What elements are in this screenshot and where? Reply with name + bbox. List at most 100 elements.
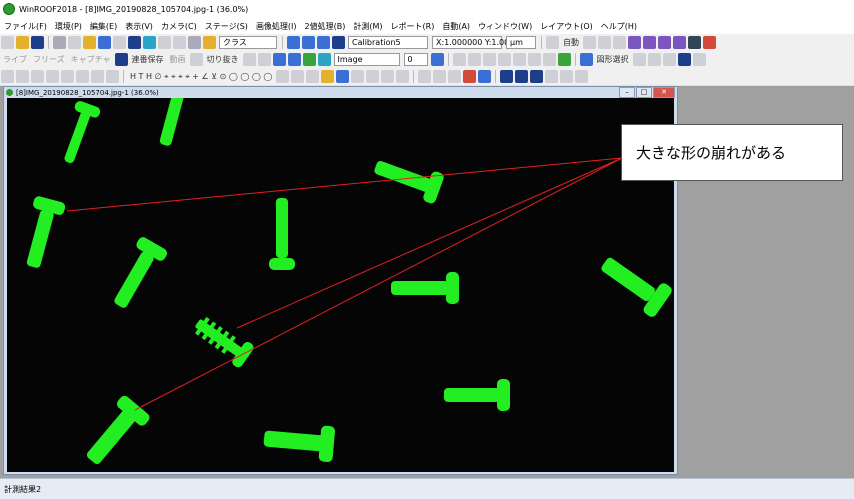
screw-object[interactable] bbox=[263, 420, 336, 463]
shape-e-icon[interactable] bbox=[336, 70, 350, 83]
table-b-icon[interactable] bbox=[515, 70, 529, 83]
shape-a-icon[interactable] bbox=[276, 70, 290, 83]
delete-icon[interactable] bbox=[463, 70, 477, 83]
measure-symbols[interactable]: H T H ∅ ⌖ ⌖ ⌖ ⌖ + ∠ ⊻ ⊙ ◯ ◯ ◯ ◯ bbox=[130, 72, 272, 82]
cut-icon[interactable] bbox=[53, 36, 66, 49]
tool-b-icon[interactable] bbox=[257, 53, 271, 66]
polygon-icon[interactable] bbox=[527, 53, 541, 66]
tool-e-icon[interactable] bbox=[302, 53, 316, 66]
calibration-icon[interactable] bbox=[332, 36, 345, 49]
measure-h-icon[interactable] bbox=[106, 70, 119, 83]
shape-d-icon[interactable] bbox=[321, 70, 335, 83]
shape-i-icon[interactable] bbox=[396, 70, 410, 83]
menu-view[interactable]: 表示(V) bbox=[121, 21, 157, 32]
close-button[interactable]: ✕ bbox=[653, 87, 675, 98]
menu-report[interactable]: レポート(R) bbox=[387, 21, 439, 32]
value-spinner[interactable]: 0 bbox=[403, 53, 428, 66]
table-f-icon[interactable] bbox=[575, 70, 589, 83]
pointer-icon[interactable] bbox=[703, 36, 716, 49]
sync-icon[interactable] bbox=[430, 53, 444, 66]
rect-icon[interactable] bbox=[452, 53, 466, 66]
class-combo[interactable]: クラス bbox=[219, 36, 277, 49]
paste-icon[interactable] bbox=[83, 36, 96, 49]
menu-environment[interactable]: 環境(P) bbox=[51, 21, 86, 32]
screw-object[interactable] bbox=[594, 248, 674, 319]
screw-object[interactable] bbox=[444, 379, 510, 411]
screw-object[interactable] bbox=[105, 235, 169, 313]
tool-a-icon[interactable] bbox=[242, 53, 256, 66]
screw-object[interactable] bbox=[151, 98, 196, 149]
copy-icon[interactable] bbox=[68, 36, 81, 49]
shape-c-icon[interactable] bbox=[306, 70, 320, 83]
shape-select-icon[interactable] bbox=[579, 53, 593, 66]
menu-automation[interactable]: 自動(A) bbox=[438, 21, 474, 32]
shape-f-icon[interactable] bbox=[351, 70, 365, 83]
save-icon[interactable] bbox=[31, 36, 44, 49]
layout-1-icon[interactable] bbox=[287, 36, 300, 49]
help-icon[interactable] bbox=[203, 36, 216, 49]
view-mode-2-icon[interactable] bbox=[143, 36, 156, 49]
freeform-icon[interactable] bbox=[542, 53, 556, 66]
menu-binary-processing[interactable]: 2値処理(B) bbox=[301, 21, 350, 32]
undo-icon[interactable] bbox=[98, 36, 111, 49]
layout-3-icon[interactable] bbox=[317, 36, 330, 49]
edit-a-icon[interactable] bbox=[632, 53, 646, 66]
image-canvas[interactable] bbox=[7, 98, 674, 472]
unit-combo[interactable]: μm bbox=[506, 36, 536, 49]
measure-g-icon[interactable] bbox=[91, 70, 104, 83]
measure-a-icon[interactable] bbox=[1, 70, 14, 83]
screw-object[interactable] bbox=[17, 195, 66, 271]
results-panel-tab[interactable]: 計測結果2 bbox=[0, 478, 854, 499]
report-b-icon[interactable] bbox=[692, 53, 706, 66]
search-icon[interactable] bbox=[613, 36, 626, 49]
freeze-button[interactable]: フリーズ bbox=[33, 54, 65, 65]
capture-button[interactable]: キャプチャ bbox=[71, 54, 111, 65]
menu-stage[interactable]: ステージ(S) bbox=[201, 21, 252, 32]
menu-file[interactable]: ファイル(F) bbox=[0, 21, 51, 32]
perpendicular-icon[interactable] bbox=[433, 70, 447, 83]
table-a-icon[interactable] bbox=[500, 70, 514, 83]
calibration-combo[interactable]: Calibration5 bbox=[348, 36, 428, 49]
angle-icon[interactable] bbox=[448, 70, 462, 83]
magnifier-icon[interactable] bbox=[546, 36, 559, 49]
menu-image-processing[interactable]: 画像処理(I) bbox=[252, 21, 301, 32]
shape-h-icon[interactable] bbox=[381, 70, 395, 83]
measure-c-icon[interactable] bbox=[31, 70, 44, 83]
table-c-icon[interactable] bbox=[530, 70, 544, 83]
shape-g-icon[interactable] bbox=[366, 70, 380, 83]
tool-d-icon[interactable] bbox=[287, 53, 301, 66]
view-mode-icon[interactable] bbox=[128, 36, 141, 49]
layout-2-icon[interactable] bbox=[302, 36, 315, 49]
line-icon[interactable] bbox=[467, 53, 481, 66]
redo-icon[interactable] bbox=[113, 36, 126, 49]
ring-icon[interactable] bbox=[478, 70, 492, 83]
image-window[interactable]: [8]IMG_20190828_105704.jpg-1 (36.0%) – □… bbox=[3, 86, 678, 475]
axis-icon[interactable] bbox=[418, 70, 432, 83]
image-window-titlebar[interactable]: [8]IMG_20190828_105704.jpg-1 (36.0%) bbox=[4, 87, 677, 98]
print-icon[interactable] bbox=[188, 36, 201, 49]
table-e-icon[interactable] bbox=[560, 70, 574, 83]
crop-checkbox[interactable] bbox=[189, 53, 203, 66]
menu-measure[interactable]: 計測(M) bbox=[349, 21, 386, 32]
tool-c-icon[interactable] bbox=[272, 53, 286, 66]
report-icon[interactable] bbox=[677, 53, 691, 66]
edit-b-icon[interactable] bbox=[647, 53, 661, 66]
new-file-icon[interactable] bbox=[1, 36, 14, 49]
screw-object[interactable] bbox=[269, 198, 295, 270]
plus-icon[interactable] bbox=[497, 53, 511, 66]
measure-e-icon[interactable] bbox=[61, 70, 74, 83]
menu-layout[interactable]: レイアウト(O) bbox=[536, 21, 597, 32]
frame-icon[interactable] bbox=[173, 36, 186, 49]
screw-object-deformed[interactable] bbox=[189, 311, 255, 369]
screw-object[interactable] bbox=[391, 272, 459, 304]
edit-c-icon[interactable] bbox=[662, 53, 676, 66]
fill-icon[interactable] bbox=[658, 36, 671, 49]
maximize-button[interactable]: □ bbox=[636, 87, 652, 98]
shape-select-button[interactable]: 図形選択 bbox=[597, 54, 629, 65]
video-button[interactable]: 動画 bbox=[170, 54, 186, 65]
continuous-save-icon[interactable] bbox=[114, 53, 128, 66]
continuous-save-button[interactable]: 連番保存 bbox=[132, 54, 164, 65]
measure-d-icon[interactable] bbox=[46, 70, 59, 83]
zoom-icon[interactable] bbox=[583, 36, 596, 49]
circle-icon[interactable] bbox=[512, 53, 526, 66]
